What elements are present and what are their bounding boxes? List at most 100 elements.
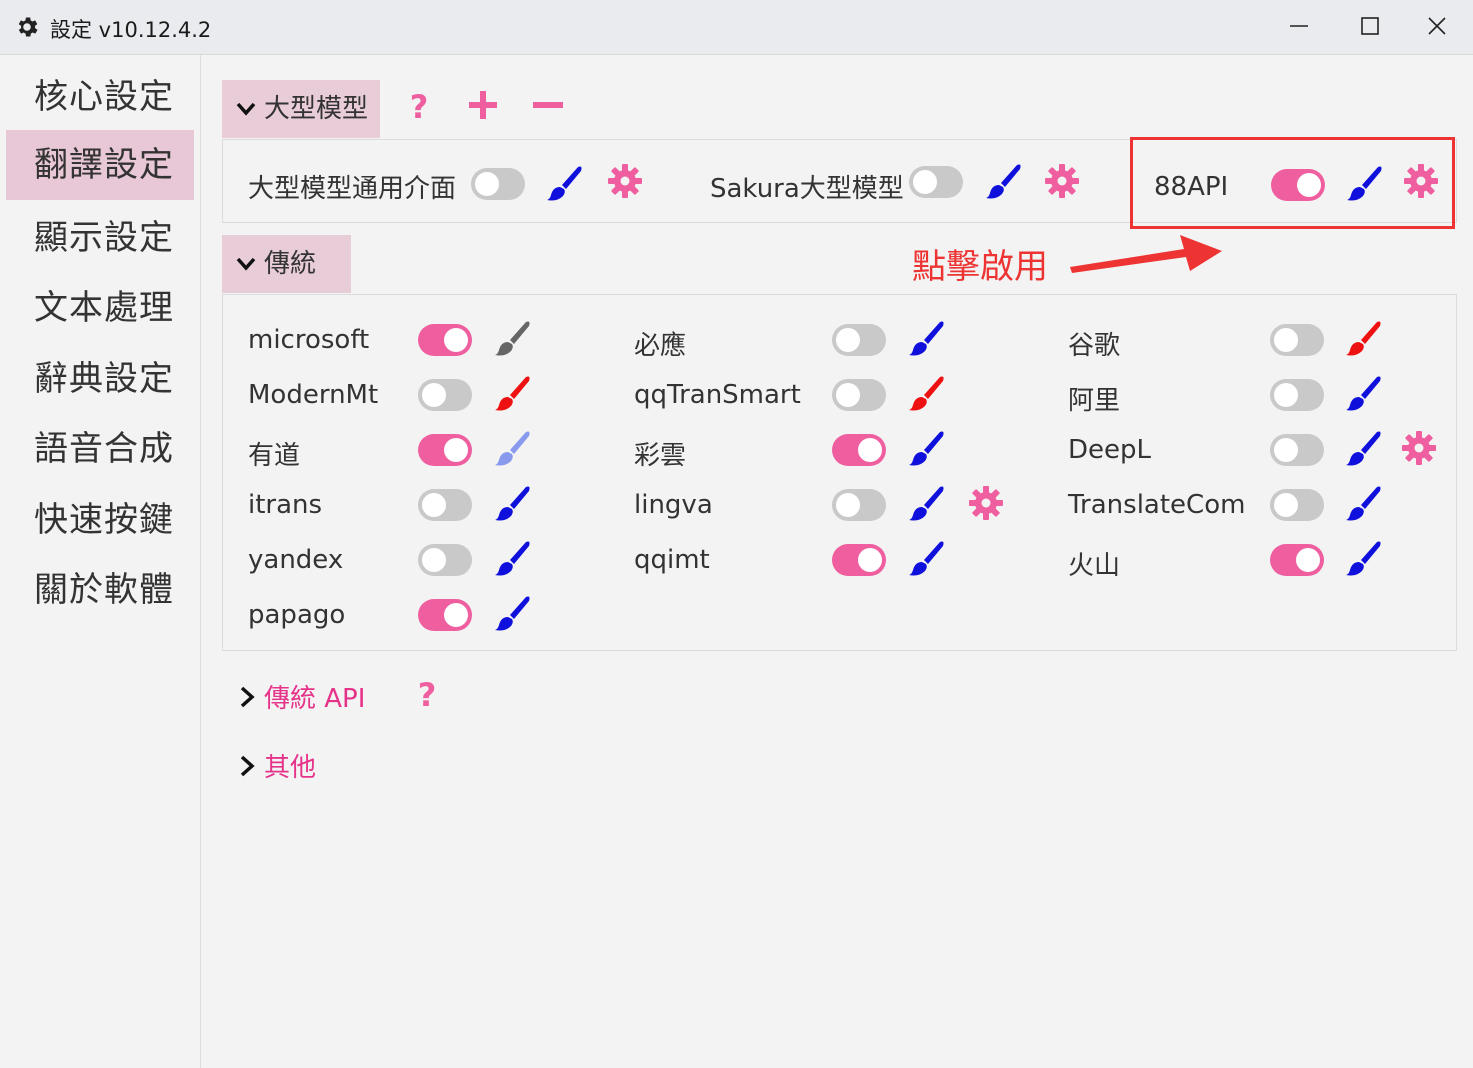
collapsed-section-label: 其他: [264, 753, 317, 783]
translator-toggle[interactable]: [418, 434, 472, 466]
paintbrush-icon[interactable]: [493, 373, 533, 413]
translator-toggle[interactable]: [1270, 544, 1324, 576]
translator-label: qqTranSmart: [634, 380, 801, 410]
translator-label: 彩雲: [634, 441, 687, 471]
translator-toggle[interactable]: [418, 544, 472, 576]
sidebar-item-about[interactable]: 關於軟體: [6, 555, 194, 625]
paintbrush-icon[interactable]: [907, 428, 947, 468]
toggle-knob: [858, 438, 882, 462]
collapsed-section-label: 傳統 API: [264, 684, 366, 714]
toggle-knob: [422, 493, 446, 517]
sidebar-item-hotkeys[interactable]: 快速按鍵: [6, 485, 194, 555]
close-button[interactable]: [1408, 6, 1468, 48]
collapsed-section-other[interactable]: 其他: [240, 747, 317, 784]
add-icon[interactable]: [463, 85, 503, 125]
help-icon[interactable]: ?: [399, 87, 439, 127]
paintbrush-icon[interactable]: [1344, 373, 1384, 413]
settings-gear-icon[interactable]: [1042, 161, 1082, 201]
translator-label: 有道: [248, 441, 301, 471]
paintbrush-icon[interactable]: [1344, 483, 1384, 523]
paintbrush-icon[interactable]: [907, 373, 947, 413]
toggle-knob: [1274, 328, 1298, 352]
llm-item-toggle[interactable]: [471, 168, 525, 200]
translator-label: 阿里: [1068, 386, 1121, 416]
translator-label: 谷歌: [1068, 331, 1121, 361]
chevron-right-icon: [240, 755, 255, 777]
paintbrush-icon[interactable]: [907, 538, 947, 578]
collapsed-section-traditional-api[interactable]: 傳統 API: [240, 678, 366, 715]
paintbrush-icon[interactable]: [1344, 318, 1384, 358]
translator-label: yandex: [248, 545, 344, 575]
translator-label: qqimt: [634, 545, 710, 575]
sidebar-item-display[interactable]: 顯示設定: [6, 203, 194, 273]
llm-item-label: 大型模型通用介面: [248, 174, 457, 204]
paintbrush-icon[interactable]: [907, 318, 947, 358]
toggle-knob: [1274, 493, 1298, 517]
arrow-icon: [1070, 235, 1222, 273]
traditional-section-header[interactable]: 傳統: [222, 235, 351, 293]
toggle-knob: [475, 172, 499, 196]
maximize-icon: [1361, 17, 1379, 35]
llm-item-toggle[interactable]: [909, 166, 963, 198]
settings-gear-icon[interactable]: [605, 161, 645, 201]
remove-icon[interactable]: [528, 85, 568, 125]
svg-text:?: ?: [418, 676, 437, 714]
highlight-box: [1130, 137, 1455, 229]
sidebar-item-text-processing[interactable]: 文本處理: [6, 273, 194, 343]
translator-toggle[interactable]: [832, 379, 886, 411]
paintbrush-icon[interactable]: [1344, 538, 1384, 578]
translator-toggle[interactable]: [832, 544, 886, 576]
toggle-knob: [422, 383, 446, 407]
translator-label: ModernMt: [248, 380, 379, 410]
paintbrush-icon[interactable]: [493, 593, 533, 633]
toggle-knob: [422, 548, 446, 572]
window-title: 設定 v10.12.4.2: [50, 18, 212, 42]
translator-toggle[interactable]: [418, 489, 472, 521]
traditional-section-title: 傳統: [264, 249, 317, 279]
translator-toggle[interactable]: [1270, 379, 1324, 411]
translator-toggle[interactable]: [1270, 324, 1324, 356]
paintbrush-icon[interactable]: [1344, 428, 1384, 468]
translator-toggle[interactable]: [418, 599, 472, 631]
sidebar-item-dictionary[interactable]: 辭典設定: [6, 344, 194, 414]
close-icon: [1428, 17, 1446, 35]
llm-section-header[interactable]: 大型模型: [222, 80, 380, 138]
toggle-knob: [836, 328, 860, 352]
llm-item-label: Sakura大型模型: [710, 174, 904, 204]
paintbrush-icon[interactable]: [493, 483, 533, 523]
chevron-right-icon: [240, 686, 255, 708]
translator-label: 火山: [1068, 551, 1121, 581]
svg-text:?: ?: [410, 88, 429, 126]
toggle-knob: [1274, 438, 1298, 462]
translator-toggle[interactable]: [1270, 434, 1324, 466]
translator-toggle[interactable]: [832, 324, 886, 356]
translator-toggle[interactable]: [1270, 489, 1324, 521]
translator-toggle[interactable]: [832, 489, 886, 521]
paintbrush-icon[interactable]: [907, 483, 947, 523]
paintbrush-icon[interactable]: [984, 161, 1024, 201]
sidebar-item-core[interactable]: 核心設定: [6, 62, 194, 132]
translator-toggle[interactable]: [418, 379, 472, 411]
translator-toggle[interactable]: [832, 434, 886, 466]
minimize-button[interactable]: [1270, 6, 1330, 48]
help-icon[interactable]: ?: [407, 675, 447, 715]
gear-icon: [18, 17, 38, 37]
toggle-knob: [858, 548, 882, 572]
chevron-down-icon: [236, 257, 256, 271]
settings-gear-icon[interactable]: [966, 483, 1006, 523]
paintbrush-icon[interactable]: [493, 428, 533, 468]
llm-section-title: 大型模型: [264, 94, 369, 124]
main-content: 大型模型 ? 大型模型通用介面 Sakura大型模型 88API 點擊啟用 傳統…: [201, 55, 1473, 1068]
settings-gear-icon[interactable]: [1399, 428, 1439, 468]
toggle-knob: [444, 438, 468, 462]
translator-label: DeepL: [1068, 435, 1152, 465]
sidebar-item-translation[interactable]: 翻譯設定: [6, 130, 194, 200]
paintbrush-icon[interactable]: [493, 538, 533, 578]
paintbrush-icon[interactable]: [493, 318, 533, 358]
toggle-knob: [1296, 548, 1320, 572]
paintbrush-icon[interactable]: [545, 163, 585, 203]
maximize-button[interactable]: [1341, 6, 1401, 48]
sidebar-item-tts[interactable]: 語音合成: [6, 414, 194, 484]
title-bar: 設定 v10.12.4.2: [0, 0, 1473, 55]
translator-toggle[interactable]: [418, 324, 472, 356]
